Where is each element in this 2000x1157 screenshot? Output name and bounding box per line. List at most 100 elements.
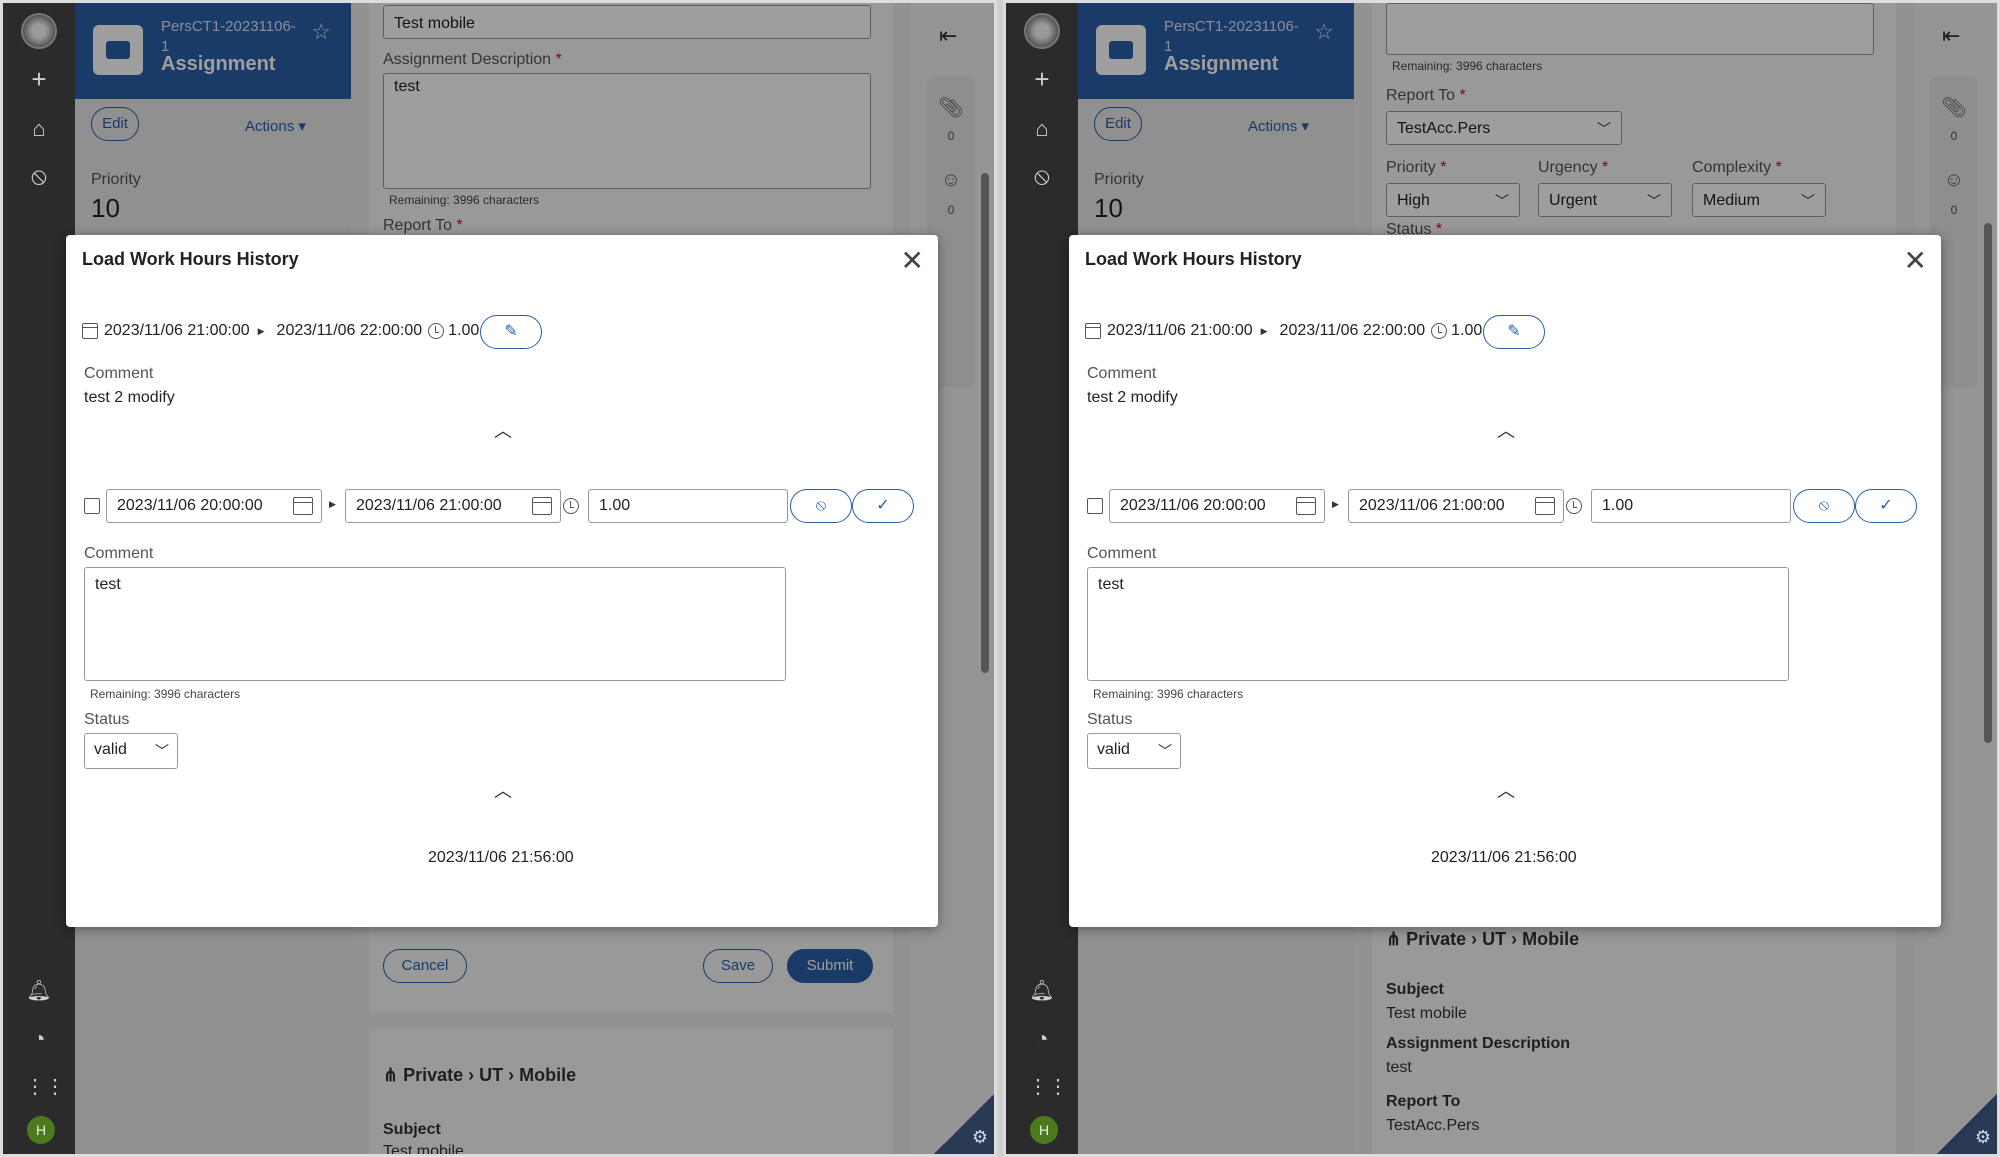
modal-title: Load Work Hours History <box>82 249 299 269</box>
collapse-caret-icon[interactable]: ︿ <box>494 417 512 443</box>
end-datetime-value: 2023/11/06 21:00:00 <box>356 497 502 514</box>
app-logo[interactable] <box>21 13 57 49</box>
collapse-caret-icon[interactable]: ︿ <box>1497 777 1515 803</box>
app-logo[interactable] <box>1024 13 1060 49</box>
work-hours-modal: Load Work Hours History ✕ 2023/11/06 21:… <box>66 235 938 927</box>
history-icon[interactable]: ◔ <box>1028 1025 1056 1053</box>
entry-hours: 1.00 <box>448 322 480 339</box>
hours-input[interactable]: 1.00 <box>1591 489 1791 523</box>
clock-icon <box>428 323 445 339</box>
pencil-icon: ✎ <box>1507 323 1521 340</box>
entry-comment-label: Comment <box>84 365 154 382</box>
end-datetime-value: 2023/11/06 21:00:00 <box>1359 497 1505 514</box>
status-label: Status <box>1087 711 1133 728</box>
status-select[interactable]: valid ﹀ <box>1087 733 1181 769</box>
entry-timestamp: 2023/11/06 21:56:00 <box>1431 849 1577 866</box>
collapse-caret-icon[interactable]: ︿ <box>494 777 512 803</box>
calendar-icon <box>1085 323 1101 339</box>
cancel-icon: ⦸ <box>1818 497 1830 514</box>
cancel-edit-button[interactable]: ⦸ <box>1793 489 1855 523</box>
start-datetime-value: 2023/11/06 20:00:00 <box>1120 497 1266 514</box>
calendar-picker-icon[interactable] <box>1296 497 1316 515</box>
entry-comment: test 2 modify <box>1087 389 1178 406</box>
nav-rail: + ⌂ ⦸ 🔔︎ ◔ ⋮⋮ H <box>1006 3 1078 1154</box>
status-select[interactable]: valid ﹀ <box>84 733 178 769</box>
history-icon[interactable]: ◔ <box>25 1025 53 1053</box>
calendar-picker-icon[interactable] <box>532 497 552 515</box>
entry-end: 2023/11/06 22:00:00 <box>1279 322 1426 339</box>
range-arrow-icon: ▶ <box>1332 499 1339 509</box>
range-arrow-icon: ▶ <box>329 499 336 509</box>
collapse-caret-icon[interactable]: ︿ <box>1497 417 1515 443</box>
chevron-down-icon: ﹀ <box>155 743 169 759</box>
avatar[interactable]: H <box>1030 1116 1058 1144</box>
nav-rail: + ⌂ ⦸ 🔔︎ ◔ ⋮⋮ H <box>3 3 75 1154</box>
range-arrow-icon: ▶ <box>1260 325 1268 336</box>
apps-grid-icon[interactable]: ⋮⋮ <box>1028 1073 1068 1101</box>
cancel-edit-button[interactable]: ⦸ <box>790 489 852 523</box>
comment-textarea[interactable]: test <box>84 567 786 681</box>
clock-icon <box>1431 323 1448 339</box>
status-value: valid <box>94 741 127 758</box>
calendar-icon <box>82 323 98 339</box>
start-datetime-value: 2023/11/06 20:00:00 <box>117 497 263 514</box>
comment-textarea[interactable]: test <box>1087 567 1789 681</box>
confirm-edit-button[interactable]: ✓ <box>1855 489 1917 523</box>
status-value: valid <box>1097 741 1130 758</box>
remaining-chars: Remaining: 3996 characters <box>90 687 241 701</box>
check-icon: ✓ <box>1879 497 1893 514</box>
entry-comment: test 2 modify <box>84 389 175 406</box>
entry-start: 2023/11/06 21:00:00 <box>1107 322 1253 339</box>
confirm-edit-button[interactable]: ✓ <box>852 489 914 523</box>
clock-icon <box>1566 498 1582 514</box>
apps-grid-icon[interactable]: ⋮⋮ <box>25 1073 65 1101</box>
start-datetime-input[interactable]: 2023/11/06 20:00:00 <box>106 489 322 523</box>
end-datetime-input[interactable]: 2023/11/06 21:00:00 <box>345 489 561 523</box>
start-datetime-input[interactable]: 2023/11/06 20:00:00 <box>1109 489 1325 523</box>
plus-icon[interactable]: + <box>1028 65 1056 93</box>
cancel-icon: ⦸ <box>815 497 827 514</box>
history-entry-row: 2023/11/06 21:00:00 ▶ 2023/11/06 22:00:0… <box>1085 315 1482 347</box>
remaining-chars: Remaining: 3996 characters <box>1093 687 1244 701</box>
settings-corner[interactable]: ⚙ <box>1937 1094 1997 1154</box>
plus-icon[interactable]: + <box>25 65 53 93</box>
avatar[interactable]: H <box>27 1116 55 1144</box>
edit-comment-label: Comment <box>84 545 154 562</box>
close-icon[interactable]: ✕ <box>901 247 924 275</box>
edit-comment-label: Comment <box>1087 545 1157 562</box>
gear-icon: ⚙ <box>971 1127 988 1147</box>
entry-comment-label: Comment <box>1087 365 1157 382</box>
calendar-picker-icon[interactable] <box>293 497 313 515</box>
pencil-icon: ✎ <box>504 323 518 340</box>
modal-title: Load Work Hours History <box>1085 249 1302 269</box>
entry-hours: 1.00 <box>1451 322 1483 339</box>
home-icon[interactable]: ⌂ <box>25 115 53 143</box>
blocked-icon[interactable]: ⦸ <box>1028 163 1056 191</box>
range-arrow-icon: ▶ <box>257 325 265 336</box>
blocked-icon[interactable]: ⦸ <box>25 163 53 191</box>
clock-icon <box>563 498 579 514</box>
calendar-icon <box>1087 498 1103 514</box>
entry-timestamp: 2023/11/06 21:56:00 <box>428 849 574 866</box>
right-screen: + ⌂ ⦸ 🔔︎ ◔ ⋮⋮ H PersCT1-20231106-1 Assig… <box>1003 0 2000 1157</box>
home-icon[interactable]: ⌂ <box>1028 115 1056 143</box>
calendar-icon <box>84 498 100 514</box>
check-icon: ✓ <box>876 497 890 514</box>
status-label: Status <box>84 711 130 728</box>
edit-entry-button[interactable]: ✎ <box>1483 315 1545 349</box>
gear-icon: ⚙ <box>1974 1127 1991 1147</box>
settings-corner[interactable]: ⚙ <box>934 1094 994 1154</box>
calendar-picker-icon[interactable] <box>1535 497 1555 515</box>
edit-entry-button[interactable]: ✎ <box>480 315 542 349</box>
bell-icon[interactable]: 🔔︎ <box>25 977 53 1005</box>
bell-icon[interactable]: 🔔︎ <box>1028 977 1056 1005</box>
close-icon[interactable]: ✕ <box>1904 247 1927 275</box>
work-hours-modal: Load Work Hours History ✕ 2023/11/06 21:… <box>1069 235 1941 927</box>
hours-input[interactable]: 1.00 <box>588 489 788 523</box>
left-screen: + ⌂ ⦸ 🔔︎ ◔ ⋮⋮ H PersCT1-20231106-1 Assig… <box>0 0 997 1157</box>
history-entry-row: 2023/11/06 21:00:00 ▶ 2023/11/06 22:00:0… <box>82 315 479 347</box>
chevron-down-icon: ﹀ <box>1158 743 1172 759</box>
entry-start: 2023/11/06 21:00:00 <box>104 322 250 339</box>
entry-end: 2023/11/06 22:00:00 <box>276 322 423 339</box>
end-datetime-input[interactable]: 2023/11/06 21:00:00 <box>1348 489 1564 523</box>
